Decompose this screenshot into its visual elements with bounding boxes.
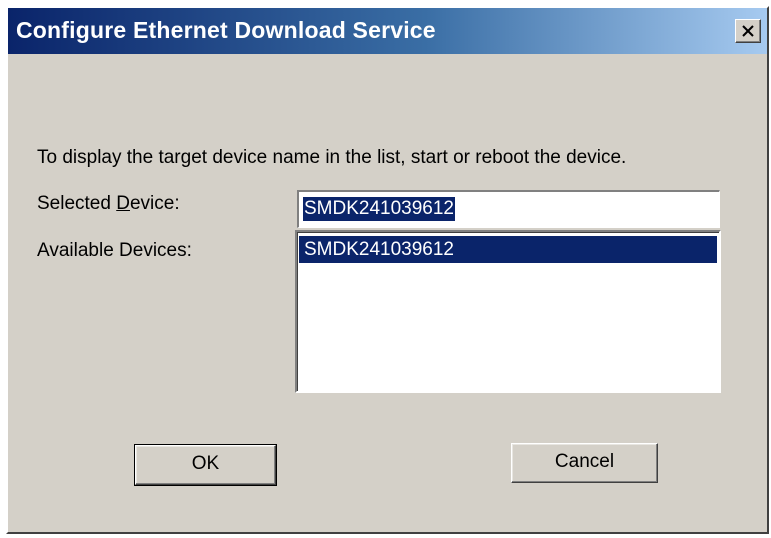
list-item[interactable]: SMDK241039612 — [299, 236, 717, 263]
selected-device-value[interactable]: SMDK241039612 — [303, 197, 455, 221]
close-button[interactable] — [735, 19, 761, 43]
instruction-text: To display the target device name in the… — [37, 147, 627, 168]
configure-ethernet-dialog: Configure Ethernet Download Service To d… — [6, 6, 769, 534]
selected-device-field[interactable]: SMDK241039612 — [297, 190, 720, 228]
title-bar[interactable]: Configure Ethernet Download Service — [8, 8, 767, 54]
selected-device-label-mnemonic: D — [116, 193, 130, 214]
close-icon — [742, 25, 754, 37]
selected-device-label-suffix: evice: — [129, 193, 180, 214]
cancel-button[interactable]: Cancel — [511, 443, 658, 483]
available-devices-label: Available Devices: — [37, 240, 192, 261]
ok-button[interactable]: OK — [134, 444, 277, 486]
dialog-title: Configure Ethernet Download Service — [16, 17, 436, 43]
selected-device-label: Selected Device: — [37, 193, 180, 215]
available-devices-list[interactable]: SMDK241039612 — [295, 230, 721, 393]
selected-device-label-prefix: Selected — [37, 193, 117, 214]
